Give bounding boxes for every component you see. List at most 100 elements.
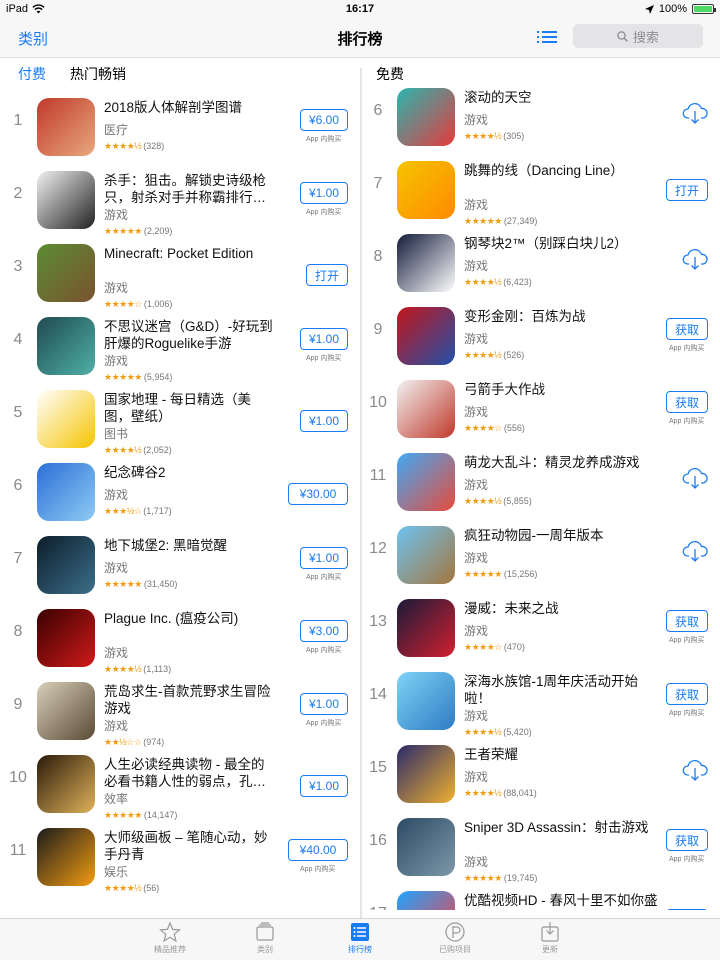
minecraft-icon[interactable] xyxy=(37,244,95,302)
tab-top-charts[interactable]: 排行榜 xyxy=(320,921,400,955)
dungeon-icon[interactable] xyxy=(37,536,95,594)
app-name[interactable]: 2018版人体解剖学图谱 xyxy=(104,99,274,116)
price-button[interactable]: ¥1.00 xyxy=(300,775,348,797)
monument-valley-icon[interactable] xyxy=(37,463,95,521)
marvel-icon[interactable] xyxy=(397,599,455,657)
cloud-download-icon[interactable] xyxy=(682,538,708,564)
list-item[interactable]: 6 纪念碑谷2 游戏 ★★★½☆ (1,717) ¥30.00 xyxy=(0,457,360,530)
price-button[interactable]: ¥1.00 xyxy=(300,547,348,569)
app-name[interactable]: 跳舞的线（Dancing Line） xyxy=(464,162,659,179)
tab-purchased[interactable]: 已购项目 xyxy=(415,921,495,955)
open-button[interactable]: 打开 xyxy=(666,909,708,910)
app-name[interactable]: 地下城堡2: 黑暗觉醒 xyxy=(104,537,274,554)
tab-categories[interactable]: 类别 xyxy=(225,921,305,955)
aquarium-icon[interactable] xyxy=(397,672,455,730)
app-name[interactable]: 疯狂动物园-一周年版本 xyxy=(464,527,659,544)
list-item[interactable]: 9 变形金刚：百炼为战 游戏 ★★★★½ (526) 获取 App 内购买 xyxy=(362,301,720,374)
get-button[interactable]: 获取 xyxy=(666,610,708,632)
app-name[interactable]: Sniper 3D Assassin：射击游戏 xyxy=(464,819,659,836)
app-name[interactable]: Plague Inc. (瘟疫公司) xyxy=(104,610,274,627)
app-name[interactable]: 国家地理 - 每日精选（美图，壁纸） xyxy=(104,391,274,425)
price-button[interactable]: ¥40.00 xyxy=(288,839,348,861)
app-name[interactable]: 滚动的天空 xyxy=(464,89,659,106)
cloud-download-icon[interactable] xyxy=(682,100,708,126)
app-name[interactable]: 漫威：未来之战 xyxy=(464,600,659,617)
dragon-icon[interactable] xyxy=(397,453,455,511)
plague-icon[interactable] xyxy=(37,609,95,667)
price-button[interactable]: ¥6.00 xyxy=(300,109,348,131)
get-button[interactable]: 获取 xyxy=(666,318,708,340)
app-name[interactable]: 王者荣耀 xyxy=(464,746,659,763)
list-item[interactable]: 11 大师级画板 – 笔随心动，妙手丹青 娱乐 ★★★★½ (56) ¥40.00 App … xyxy=(0,822,360,895)
app-name[interactable]: 纪念碑谷2 xyxy=(104,464,274,481)
youku-icon[interactable] xyxy=(397,891,455,910)
app-name[interactable]: 杀手：狙击。解锁史诗级枪只，射杀对手并称霸排行… xyxy=(104,172,274,206)
list-item[interactable]: 11 萌龙大乱斗：精灵龙养成游戏 游戏 ★★★★½ (5,855) xyxy=(362,447,720,520)
get-button[interactable]: 获取 xyxy=(666,391,708,413)
app-name[interactable]: 深海水族馆-1周年庆活动开始啦！ xyxy=(464,673,659,707)
anatomy-icon[interactable] xyxy=(37,98,95,156)
app-name[interactable]: 钢琴块2™（别踩白块儿2） xyxy=(464,235,659,252)
paid-list[interactable]: 1 2018版人体解剖学图谱 医疗 ★★★★½ (328) ¥6.00 App 内购买 2 杀手… xyxy=(0,90,360,918)
list-item[interactable]: 2 杀手：狙击。解锁史诗级枪只，射杀对手并称霸排行… 游戏 ★★★★★ (2,209) ¥… xyxy=(0,165,360,238)
list-item[interactable]: 7 跳舞的线（Dancing Line） 游戏 ★★★★★ (27,349) 打开 xyxy=(362,155,720,228)
app-name[interactable]: 变形金刚：百炼为战 xyxy=(464,308,659,325)
app-name[interactable]: 人生必读经典读物 - 最全的必看书籍人性的弱点，孔… xyxy=(104,756,274,790)
price-button[interactable]: ¥3.00 xyxy=(300,620,348,642)
book-icon[interactable] xyxy=(37,755,95,813)
transformers-icon[interactable] xyxy=(397,307,455,365)
list-item[interactable]: 9 荒岛求生-首款荒野求生冒险游戏 游戏 ★★½☆☆ (974) ¥1.00 App 内购买 xyxy=(0,676,360,749)
tab-updates[interactable]: 更新 xyxy=(510,921,590,955)
sniper-icon[interactable] xyxy=(397,818,455,876)
price-button[interactable]: ¥1.00 xyxy=(300,693,348,715)
tab-top-grossing[interactable]: 热门畅销 xyxy=(70,64,126,84)
open-button[interactable]: 打开 xyxy=(306,264,348,286)
list-item[interactable]: 6 滚动的天空 游戏 ★★★★½ (305) xyxy=(362,82,720,155)
dancing-line-icon[interactable] xyxy=(397,161,455,219)
list-item[interactable]: 16 Sniper 3D Assassin：射击游戏 游戏 ★★★★★ (19,745)… xyxy=(362,812,720,885)
tab-star[interactable]: 精品推荐 xyxy=(130,921,210,955)
hitman-icon[interactable] xyxy=(37,171,95,229)
list-item[interactable]: 10 弓箭手大作战 游戏 ★★★★☆ (556) 获取 App 内购买 xyxy=(362,374,720,447)
list-item[interactable]: 14 深海水族馆-1周年庆活动开始啦！ 游戏 ★★★★½ (5,420) 获取 App 内购… xyxy=(362,666,720,739)
tab-paid[interactable]: 付费 xyxy=(18,64,46,84)
cloud-download-icon[interactable] xyxy=(682,465,708,491)
price-button[interactable]: ¥30.00 xyxy=(288,483,348,505)
list-item[interactable]: 8 Plague Inc. (瘟疫公司) 游戏 ★★★★½ (1,113) ¥3.00 Ap… xyxy=(0,603,360,676)
piano-tiles-icon[interactable] xyxy=(397,234,455,292)
list-item[interactable]: 12 疯狂动物园-一周年版本 游戏 ★★★★★ (15,256) xyxy=(362,520,720,593)
app-name[interactable]: 弓箭手大作战 xyxy=(464,381,659,398)
free-list[interactable]: 6 滚动的天空 游戏 ★★★★½ (305) 7 跳舞的线（Dancing Line） 游戏 ★… xyxy=(362,82,720,910)
app-name[interactable]: 不思议迷宫（G&D）-好玩到肝爆的Roguelike手游 xyxy=(104,318,274,352)
get-button[interactable]: 获取 xyxy=(666,683,708,705)
survival-icon[interactable] xyxy=(37,682,95,740)
rolling-sky-icon[interactable] xyxy=(397,88,455,146)
list-item[interactable]: 8 钢琴块2™（别踩白块儿2） 游戏 ★★★★½ (6,423) xyxy=(362,228,720,301)
honor-of-kings-icon[interactable] xyxy=(397,745,455,803)
app-name[interactable]: Minecraft: Pocket Edition xyxy=(104,245,274,262)
search-input[interactable]: 搜索 xyxy=(573,24,703,48)
cloud-download-icon[interactable] xyxy=(682,246,708,272)
app-name[interactable]: 大师级画板 – 笔随心动，妙手丹青 xyxy=(104,829,274,863)
app-name[interactable]: 优酷视频HD - 春风十里不如你盛夏来袭 xyxy=(464,892,659,910)
cloud-download-icon[interactable] xyxy=(682,757,708,783)
price-button[interactable]: ¥1.00 xyxy=(300,328,348,350)
get-button[interactable]: 获取 xyxy=(666,829,708,851)
list-item[interactable]: 5 国家地理 - 每日精选（美图，壁纸） 图书 ★★★★½ (2,052) ¥1.00 xyxy=(0,384,360,457)
list-item[interactable]: 7 地下城堡2: 黑暗觉醒 游戏 ★★★★★ (31,450) ¥1.00 App 内购买 xyxy=(0,530,360,603)
list-item[interactable]: 10 人生必读经典读物 - 最全的必看书籍人性的弱点，孔… 效率 ★★★★★ (14,1… xyxy=(0,749,360,822)
price-button[interactable]: ¥1.00 xyxy=(300,410,348,432)
app-name[interactable]: 萌龙大乱斗：精灵龙养成游戏 xyxy=(464,454,659,471)
price-button[interactable]: ¥1.00 xyxy=(300,182,348,204)
archer-icon[interactable] xyxy=(397,380,455,438)
procreate-icon[interactable] xyxy=(37,828,95,886)
list-item[interactable]: 15 王者荣耀 游戏 ★★★★½ (88,041) xyxy=(362,739,720,812)
list-icon[interactable] xyxy=(537,30,557,44)
zoo-icon[interactable] xyxy=(397,526,455,584)
list-item[interactable]: 3 Minecraft: Pocket Edition 游戏 ★★★★☆ (1,006)… xyxy=(0,238,360,311)
list-item[interactable]: 17 优酷视频HD - 春风十里不如你盛夏来袭打开 xyxy=(362,885,720,910)
list-item[interactable]: 4 不思议迷宫（G&D）-好玩到肝爆的Roguelike手游 游戏 ★★★★★ (5,9… xyxy=(0,311,360,384)
open-button[interactable]: 打开 xyxy=(666,179,708,201)
maze-icon[interactable] xyxy=(37,317,95,375)
natgeo-icon[interactable] xyxy=(37,390,95,448)
